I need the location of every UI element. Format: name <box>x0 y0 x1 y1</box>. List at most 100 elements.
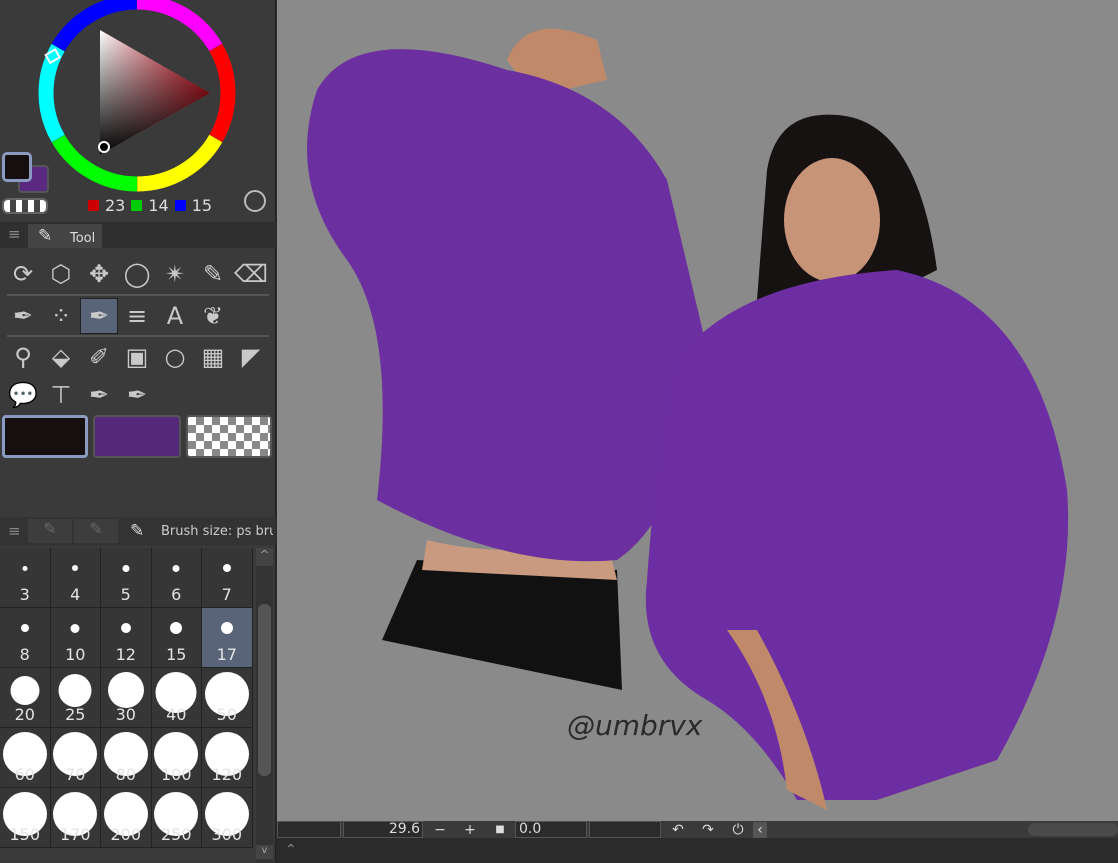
menu-icon[interactable]: ≡ <box>8 522 21 540</box>
brush-preview-dot <box>20 624 29 632</box>
correct-line-icon[interactable]: ⊤ <box>42 377 80 413</box>
zoom-in-button[interactable]: + <box>455 822 485 838</box>
brush-size-label: 25 <box>65 705 86 724</box>
brush-size-50[interactable]: 50 <box>202 668 253 728</box>
move-icon[interactable]: ✥ <box>80 256 118 292</box>
brush-size-25[interactable]: 25 <box>50 668 101 728</box>
airbrush-icon[interactable]: ⁘ <box>42 298 80 334</box>
brush-size-170[interactable]: 170 <box>50 788 101 848</box>
brush-size-60[interactable]: 60 <box>0 728 51 788</box>
brush-size-250[interactable]: 250 <box>151 788 202 848</box>
brush-size-30[interactable]: 30 <box>101 668 152 728</box>
brush-size-8[interactable]: 8 <box>0 608 51 668</box>
blend-icon[interactable]: ❦ <box>194 298 232 334</box>
brush-size-10[interactable]: 10 <box>50 608 101 668</box>
brush-size-17[interactable]: 17 <box>202 608 253 668</box>
zoom-out-button[interactable]: − <box>425 822 455 838</box>
blue-value: 15 <box>191 196 213 215</box>
marker-icon[interactable]: ✐ <box>80 339 118 375</box>
brush-size-80[interactable]: 80 <box>101 728 152 788</box>
ellipse-icon[interactable]: ○ <box>156 339 194 375</box>
frame-icon[interactable]: ▦ <box>194 339 232 375</box>
brush-size-12[interactable]: 12 <box>101 608 152 668</box>
brush-size-70[interactable]: 70 <box>50 728 101 788</box>
brush-size-200[interactable]: 200 <box>101 788 152 848</box>
pen-icon[interactable]: ✒ <box>4 298 42 334</box>
bottom-dock: ⌃ <box>277 838 1118 863</box>
artwork: @umbrvx <box>307 28 1069 810</box>
color-mode-icon[interactable] <box>244 190 266 212</box>
transparent-color-box[interactable] <box>186 415 272 458</box>
brush-preview-dot <box>222 564 231 572</box>
zoom-level-field[interactable]: 29.6 <box>343 821 423 838</box>
green-value: 14 <box>148 196 169 215</box>
rgb-readout: 23 14 15 <box>88 196 212 215</box>
brush-size-label: 20 <box>14 705 35 724</box>
brush-size-label: 15 <box>166 645 187 664</box>
brush-size-20[interactable]: 20 <box>0 668 51 728</box>
object-select-icon[interactable]: ⬡ <box>42 256 80 292</box>
text-icon[interactable]: A <box>156 298 194 334</box>
color-wheel[interactable] <box>37 0 237 192</box>
rotate-left-icon[interactable]: ↶ <box>663 822 693 838</box>
brush-size-scrollbar[interactable]: ^ v <box>256 548 273 863</box>
transparent-color-swatch[interactable] <box>2 198 48 214</box>
brush-size-15[interactable]: 15 <box>151 608 202 668</box>
horizontal-scrollbar[interactable] <box>1028 823 1118 836</box>
eyedropper-icon[interactable]: ✎ <box>194 256 232 292</box>
fit-button[interactable]: ■ <box>485 824 515 835</box>
rotation-angle-field[interactable]: 0.0 <box>515 821 587 838</box>
tool-row: ⟳ ⬡ ✥ ◯ ✴ ✎ ⌫ <box>4 256 270 292</box>
eraser-icon[interactable]: ⌫ <box>232 256 270 292</box>
brush-preview-dot <box>120 623 131 633</box>
main-color-swatch[interactable] <box>2 152 32 182</box>
tool-panel-header: ≡ ✎ Tool <box>0 222 276 248</box>
brush-size-4[interactable]: 4 <box>50 548 101 608</box>
brush-size-3[interactable]: 3 <box>0 548 51 608</box>
rotation-slider[interactable] <box>589 821 661 838</box>
reset-rotation-icon[interactable]: ⏻ <box>723 822 753 838</box>
divider <box>7 294 269 296</box>
ruler-icon[interactable]: ◤ <box>232 339 270 375</box>
brush-size-label: 250 <box>160 825 192 844</box>
pen-alt2-icon[interactable]: ✒ <box>118 377 156 413</box>
zoom-icon[interactable]: ⚲ <box>4 339 42 375</box>
brush-size-40[interactable]: 40 <box>151 668 202 728</box>
brush-size-5[interactable]: 5 <box>101 548 152 608</box>
brush-size-6[interactable]: 6 <box>151 548 202 608</box>
rotate-icon[interactable]: ⟳ <box>4 256 42 292</box>
pen-alt-icon[interactable]: ✒ <box>80 377 118 413</box>
expand-dock-icon[interactable]: ⌃ <box>285 842 297 858</box>
fill-icon[interactable]: ⬙ <box>42 339 80 375</box>
rotate-right-icon[interactable]: ↷ <box>693 822 723 838</box>
magic-wand-icon[interactable]: ✴ <box>156 256 194 292</box>
lines-icon[interactable]: ≡ <box>118 298 156 334</box>
tab-sub-tool-1[interactable]: ✎ <box>28 519 72 543</box>
scroll-thumb[interactable] <box>258 604 271 776</box>
brush-size-label: 170 <box>59 825 91 844</box>
brush-size-120[interactable]: 120 <box>202 728 253 788</box>
brush-size-100[interactable]: 100 <box>151 728 202 788</box>
navigator-thumbnail[interactable] <box>277 821 341 838</box>
main-color-box[interactable] <box>2 415 88 458</box>
brush-size-300[interactable]: 300 <box>202 788 253 848</box>
menu-icon[interactable]: ≡ <box>8 225 21 243</box>
brush-size-label: 8 <box>19 645 30 664</box>
artist-watermark: @umbrvx <box>567 709 703 742</box>
sub-color-box[interactable] <box>93 415 181 458</box>
drawing-canvas[interactable]: @umbrvx <box>277 0 1118 821</box>
brush-preview-dot <box>220 622 233 634</box>
brush-size-label: 50 <box>216 705 237 724</box>
brush-size-150[interactable]: 150 <box>0 788 51 848</box>
scroll-down-button[interactable]: v <box>256 845 273 859</box>
collapse-button[interactable]: ‹ <box>753 821 767 838</box>
gradient-icon[interactable]: ▣ <box>118 339 156 375</box>
tab-tool[interactable]: ✎ Tool <box>28 224 102 248</box>
pen-selected-icon[interactable]: ✒ <box>80 298 118 334</box>
balloon-icon[interactable]: 💬 <box>4 377 42 413</box>
tab-sub-tool-2[interactable]: ✎ <box>74 519 118 543</box>
brush-preview-dot <box>70 623 80 633</box>
scroll-up-button[interactable]: ^ <box>256 548 273 566</box>
brush-size-7[interactable]: 7 <box>202 548 253 608</box>
lasso-icon[interactable]: ◯ <box>118 256 156 292</box>
